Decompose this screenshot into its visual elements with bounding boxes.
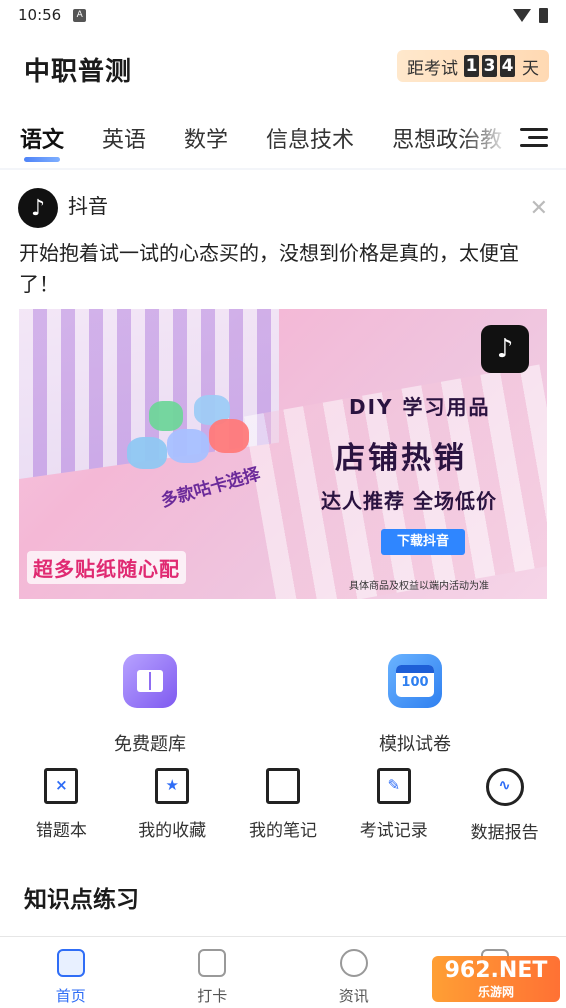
notebook-icon xyxy=(265,768,300,804)
ad-source-name: 抖音 xyxy=(68,194,108,218)
slime-green-graphic xyxy=(149,401,183,431)
tab-chinese[interactable]: 语文 xyxy=(20,122,64,162)
ad-disclaimer: 具体商品及权益以端内活动为准 xyxy=(349,581,489,592)
countdown-prefix: 距考试 xyxy=(407,58,458,79)
home-icon xyxy=(56,949,85,977)
tool-label: 数据报告 xyxy=(470,823,539,843)
wrong-book-icon: × xyxy=(44,768,79,804)
wifi-icon xyxy=(513,8,531,22)
calendar-check-icon xyxy=(198,949,227,977)
exam-calendar-icon: 100 xyxy=(388,654,442,708)
countdown-suffix: 天 xyxy=(522,58,539,79)
countdown-digit: 1 xyxy=(464,55,479,77)
battery-icon xyxy=(539,7,548,23)
subject-tabs: 语文 英语 数学 信息技术 思想政治教 xyxy=(0,108,566,168)
notification-indicator-icon: A xyxy=(73,8,87,22)
slime-heart-graphic xyxy=(167,429,209,463)
quick-main-label: 免费题库 xyxy=(114,734,186,755)
douyin-logo-icon: ♪ xyxy=(18,188,58,228)
tool-row: × 错题本 ★ 我的收藏 我的笔记 ✎ 考试记录 ∿ 数据报告 xyxy=(0,768,566,843)
close-icon[interactable]: ✕ xyxy=(530,196,548,221)
download-douyin-button[interactable]: 下载抖音 xyxy=(381,529,465,555)
status-time: 10:56 xyxy=(18,6,62,24)
countdown-digit: 3 xyxy=(482,55,497,77)
status-icons xyxy=(513,7,548,23)
status-bar: 10:56 A xyxy=(0,0,566,30)
bookmark-icon: ★ xyxy=(155,768,190,804)
quick-access-panel: 免费题库 100 模拟试卷 × 错题本 ★ 我的收藏 我的笔记 ✎ 考试记录 ∿… xyxy=(0,618,566,938)
knowledge-practice-title: 知识点练习 xyxy=(24,887,139,913)
slime-blue-graphic xyxy=(127,437,167,469)
exam-records-button[interactable]: ✎ 考试记录 xyxy=(344,768,444,843)
nav-label: 首页 xyxy=(55,987,86,1005)
ad-headline-2: 店铺热销 xyxy=(335,441,467,476)
watermark-main: 962.NET xyxy=(444,958,548,983)
quick-main-label: 模拟试卷 xyxy=(379,734,451,755)
my-notes-button[interactable]: 我的笔记 xyxy=(233,768,333,843)
mock-exam-button[interactable]: 100 模拟试卷 xyxy=(335,654,495,756)
ad-headline-1: DIY 学习用品 xyxy=(349,395,491,419)
ad-card[interactable]: ♪ 抖音 ✕ 开始抱着试一试的心态买的，没想到价格是真的，太便宜了！ ♪ DIY… xyxy=(0,170,566,618)
wrong-question-book-button[interactable]: × 错题本 xyxy=(11,768,111,843)
ad-sticker-label-2: 超多贴纸随心配 xyxy=(27,551,186,584)
slime-red-graphic xyxy=(209,419,249,453)
watermark-logo: 962.NET 乐游网 xyxy=(432,956,560,1002)
ad-text: 开始抱着试一试的心态买的，没想到价格是真的，太便宜了！ xyxy=(19,241,519,296)
nav-label: 资讯 xyxy=(338,987,369,1005)
tab-information-technology[interactable]: 信息技术 xyxy=(266,122,354,154)
app-title: 中职普测 xyxy=(24,57,133,87)
app-header: 中职普测 距考试 1 3 4 天 xyxy=(0,30,566,108)
menu-icon[interactable] xyxy=(520,126,548,150)
pen-record-icon: ✎ xyxy=(376,768,411,804)
chart-circle-icon: ∿ xyxy=(485,768,524,806)
ad-sticker-label: 多款咕卡选择 xyxy=(158,464,263,512)
compass-icon xyxy=(339,949,368,977)
exam-countdown[interactable]: 距考试 1 3 4 天 xyxy=(397,50,549,82)
watermark-sub: 乐游网 xyxy=(477,985,514,999)
ad-headline-3: 达人推荐 全场低价 xyxy=(321,489,497,513)
data-report-button[interactable]: ∿ 数据报告 xyxy=(455,768,555,843)
exam-badge: 100 xyxy=(396,665,434,697)
tool-label: 错题本 xyxy=(35,821,87,841)
my-favorites-button[interactable]: ★ 我的收藏 xyxy=(122,768,222,843)
nav-checkin[interactable]: 打卡 xyxy=(142,937,284,1008)
tool-label: 考试记录 xyxy=(359,821,428,841)
nav-news[interactable]: 资讯 xyxy=(283,937,425,1008)
book-icon xyxy=(123,654,177,708)
free-question-bank-button[interactable]: 免费题库 xyxy=(70,654,230,756)
countdown-digit: 4 xyxy=(500,55,515,77)
tab-math[interactable]: 数学 xyxy=(184,122,228,154)
tool-label: 我的收藏 xyxy=(138,821,207,841)
tool-label: 我的笔记 xyxy=(248,821,317,841)
nav-label: 打卡 xyxy=(197,987,228,1005)
tab-english[interactable]: 英语 xyxy=(102,122,146,154)
ad-image[interactable]: ♪ DIY 学习用品 店铺热销 达人推荐 全场低价 下载抖音 具体商品及权益以端… xyxy=(19,309,547,599)
nav-home[interactable]: 首页 xyxy=(0,937,142,1008)
tab-fade xyxy=(462,108,522,168)
douyin-logo-icon: ♪ xyxy=(481,325,529,373)
